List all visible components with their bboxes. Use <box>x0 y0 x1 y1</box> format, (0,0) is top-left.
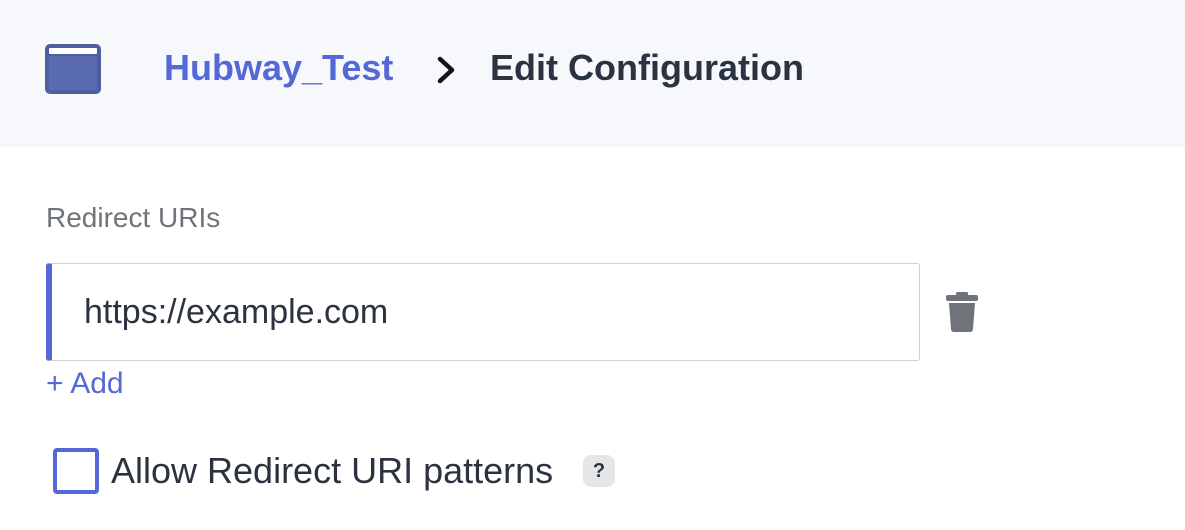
redirect-uri-input[interactable] <box>46 263 920 361</box>
chevron-right-icon <box>437 56 455 84</box>
allow-patterns-checkbox[interactable] <box>53 448 99 494</box>
redirect-uris-label: Redirect URIs <box>46 202 221 233</box>
page-header: Hubway_Test Edit Configuration <box>0 0 1185 147</box>
allow-patterns-label[interactable]: Allow Redirect URI patterns <box>111 450 553 492</box>
trash-icon[interactable] <box>946 292 978 332</box>
window-icon <box>45 44 101 94</box>
breadcrumb-parent-link[interactable]: Hubway_Test <box>164 47 393 89</box>
add-uri-link[interactable]: + Add <box>46 366 124 402</box>
page-title: Edit Configuration <box>490 47 804 88</box>
help-icon[interactable]: ? <box>583 455 615 487</box>
